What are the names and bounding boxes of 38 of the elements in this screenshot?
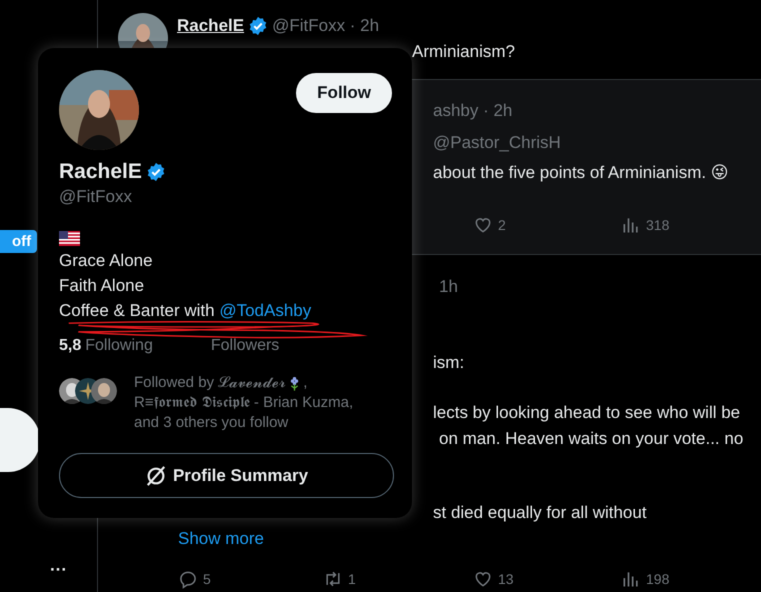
followed-by-text: and 3 others you follow — [134, 413, 288, 433]
mention-link[interactable]: @Pastor_ChrisH — [433, 130, 561, 156]
follow-button[interactable]: Follow — [296, 73, 392, 113]
mention-link[interactable]: @TodAshby — [219, 301, 312, 320]
stat-label[interactable]: Followers — [210, 337, 280, 355]
tweet-text: st died equally for all without — [433, 502, 647, 524]
action-count: 198 — [646, 571, 670, 587]
tweet-text: ism: — [433, 352, 464, 374]
stat-label[interactable]: Following — [85, 337, 153, 355]
bio-text: Faith Alone — [59, 275, 144, 297]
followed-by-text: R≡𝖋𝖔𝖗𝖒𝖊𝖉 𝕯𝖎𝖘𝖈𝖎𝖕𝖑𝖊 - Brian Kuzma, — [134, 393, 354, 413]
show-more-link[interactable]: Show more — [178, 526, 264, 552]
stat-count[interactable]: 5,8 — [59, 337, 82, 355]
action-count: 5 — [203, 571, 211, 587]
heart-icon[interactable] — [473, 215, 493, 235]
flag-icon — [59, 231, 80, 246]
reply-icon[interactable] — [178, 569, 198, 589]
more-icon[interactable]: ··· — [50, 564, 67, 576]
tweet-text: Arminianism? — [412, 41, 515, 63]
flower-icon — [289, 376, 300, 390]
action-count: 13 — [498, 571, 514, 587]
tweet-text: lects by looking ahead to see who will be — [433, 402, 740, 424]
comma-text: , — [303, 373, 308, 393]
tweet-text: on man. Heaven waits on your vote... no — [439, 428, 744, 450]
tweet-header: ashby · 2h — [433, 100, 512, 122]
author-name[interactable]: RachelE — [177, 16, 244, 36]
action-count: 2 — [498, 217, 506, 233]
bio-text: Coffee & Banter with — [59, 301, 216, 320]
action-count: 1 — [348, 571, 356, 587]
pill-button[interactable] — [0, 408, 40, 472]
tweet-header: 1h — [439, 276, 458, 298]
profile-summary-button[interactable]: Profile Summary — [59, 453, 394, 498]
author-handle[interactable]: @FitFoxx · 2h — [272, 16, 380, 36]
action-count: 318 — [646, 217, 670, 233]
followed-by-text: Followed by 𝓛𝓪𝓿𝓮𝓷𝓭𝓮𝓻 — [134, 373, 286, 393]
slashed-circle-icon — [144, 464, 167, 486]
tweet-text: about the five points of Arminianism. 😜 — [433, 162, 729, 184]
heart-icon[interactable] — [473, 569, 493, 589]
